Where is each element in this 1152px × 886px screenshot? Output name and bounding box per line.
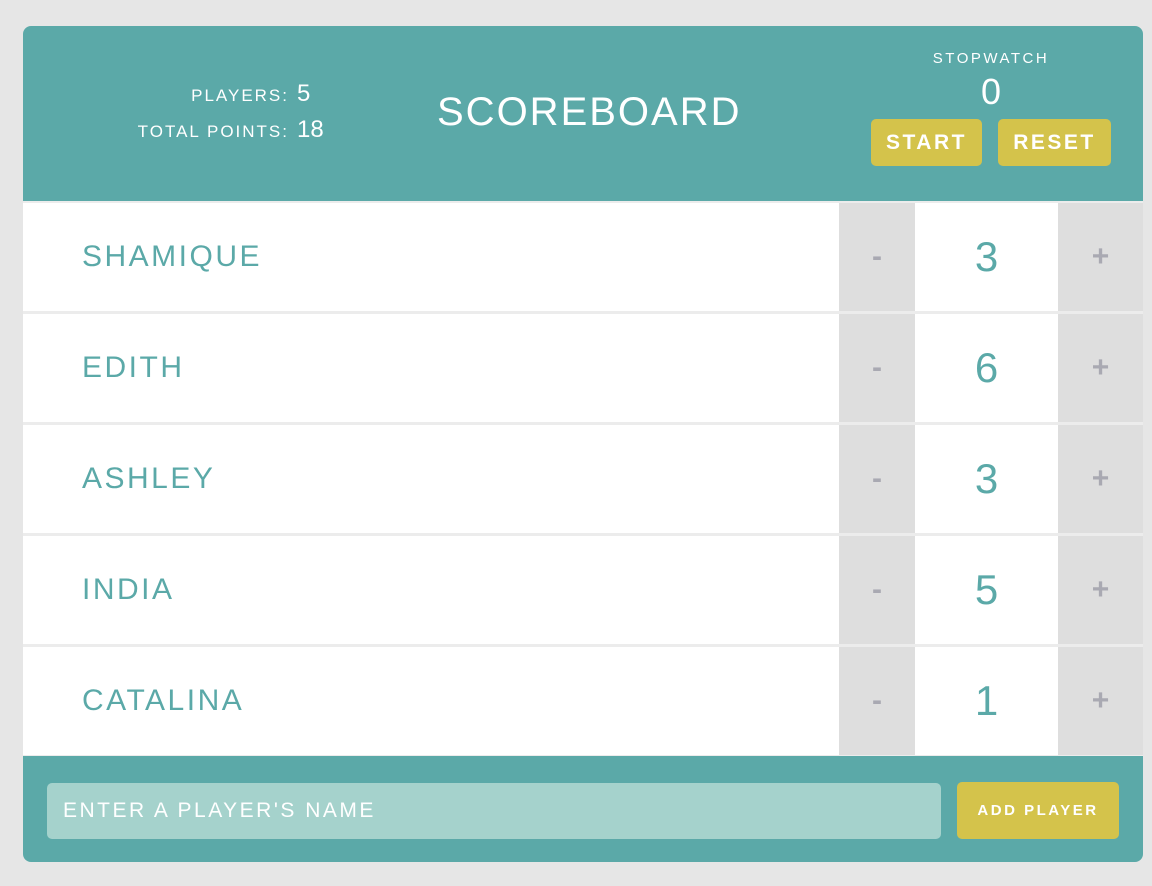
decrement-button[interactable]: - [839,647,915,755]
players-label: PLAYERS: [191,86,289,105]
player-row: SHAMIQUE - 3 + [23,203,1143,311]
player-name: ASHLEY [82,462,216,495]
stopwatch: STOPWATCH 0 START RESET [871,50,1111,166]
player-list: SHAMIQUE - 3 + EDITH - 6 + ASHLEY - 3 + … [23,203,1143,758]
player-name: EDITH [82,351,185,384]
decrement-button[interactable]: - [839,314,915,422]
page-title: SCOREBOARD [437,90,742,134]
player-row: CATALINA - 1 + [23,647,1143,755]
player-name-input[interactable] [47,783,941,839]
player-name: CATALINA [82,684,245,717]
player-score: 3 [974,455,999,502]
increment-button[interactable]: + [1058,536,1143,644]
increment-button[interactable]: + [1058,314,1143,422]
header: PLAYERS: 5 TOTAL POINTS: 18 SCOREBOARD S… [23,26,1143,201]
increment-button[interactable]: + [1058,647,1143,755]
player-row: EDITH - 6 + [23,314,1143,422]
decrement-button[interactable]: - [839,425,915,533]
add-player-form: ADD PLAYER [23,756,1143,862]
player-name: INDIA [82,573,175,606]
increment-button[interactable]: + [1058,425,1143,533]
player-row: ASHLEY - 3 + [23,425,1143,533]
player-name: SHAMIQUE [82,240,263,273]
reset-button[interactable]: RESET [998,119,1111,166]
stopwatch-time: 0 [980,71,1002,112]
decrement-button[interactable]: - [839,536,915,644]
total-points-label: TOTAL POINTS: [137,122,289,141]
player-score: 3 [974,233,999,280]
player-score: 1 [974,677,999,724]
decrement-button[interactable]: - [839,203,915,311]
player-row: INDIA - 5 + [23,536,1143,644]
add-player-button[interactable]: ADD PLAYER [957,782,1119,839]
stats: PLAYERS: 5 TOTAL POINTS: 18 [23,80,324,152]
stopwatch-controls: START RESET [871,119,1111,166]
start-button[interactable]: START [871,119,982,166]
players-stat: PLAYERS: 5 [191,80,311,107]
player-score: 6 [974,344,999,391]
scoreboard: PLAYERS: 5 TOTAL POINTS: 18 SCOREBOARD S… [23,26,1143,862]
stopwatch-label: STOPWATCH [932,50,1050,67]
increment-button[interactable]: + [1058,203,1143,311]
total-points-stat: TOTAL POINTS: 18 [137,116,324,143]
player-score: 5 [974,566,999,613]
